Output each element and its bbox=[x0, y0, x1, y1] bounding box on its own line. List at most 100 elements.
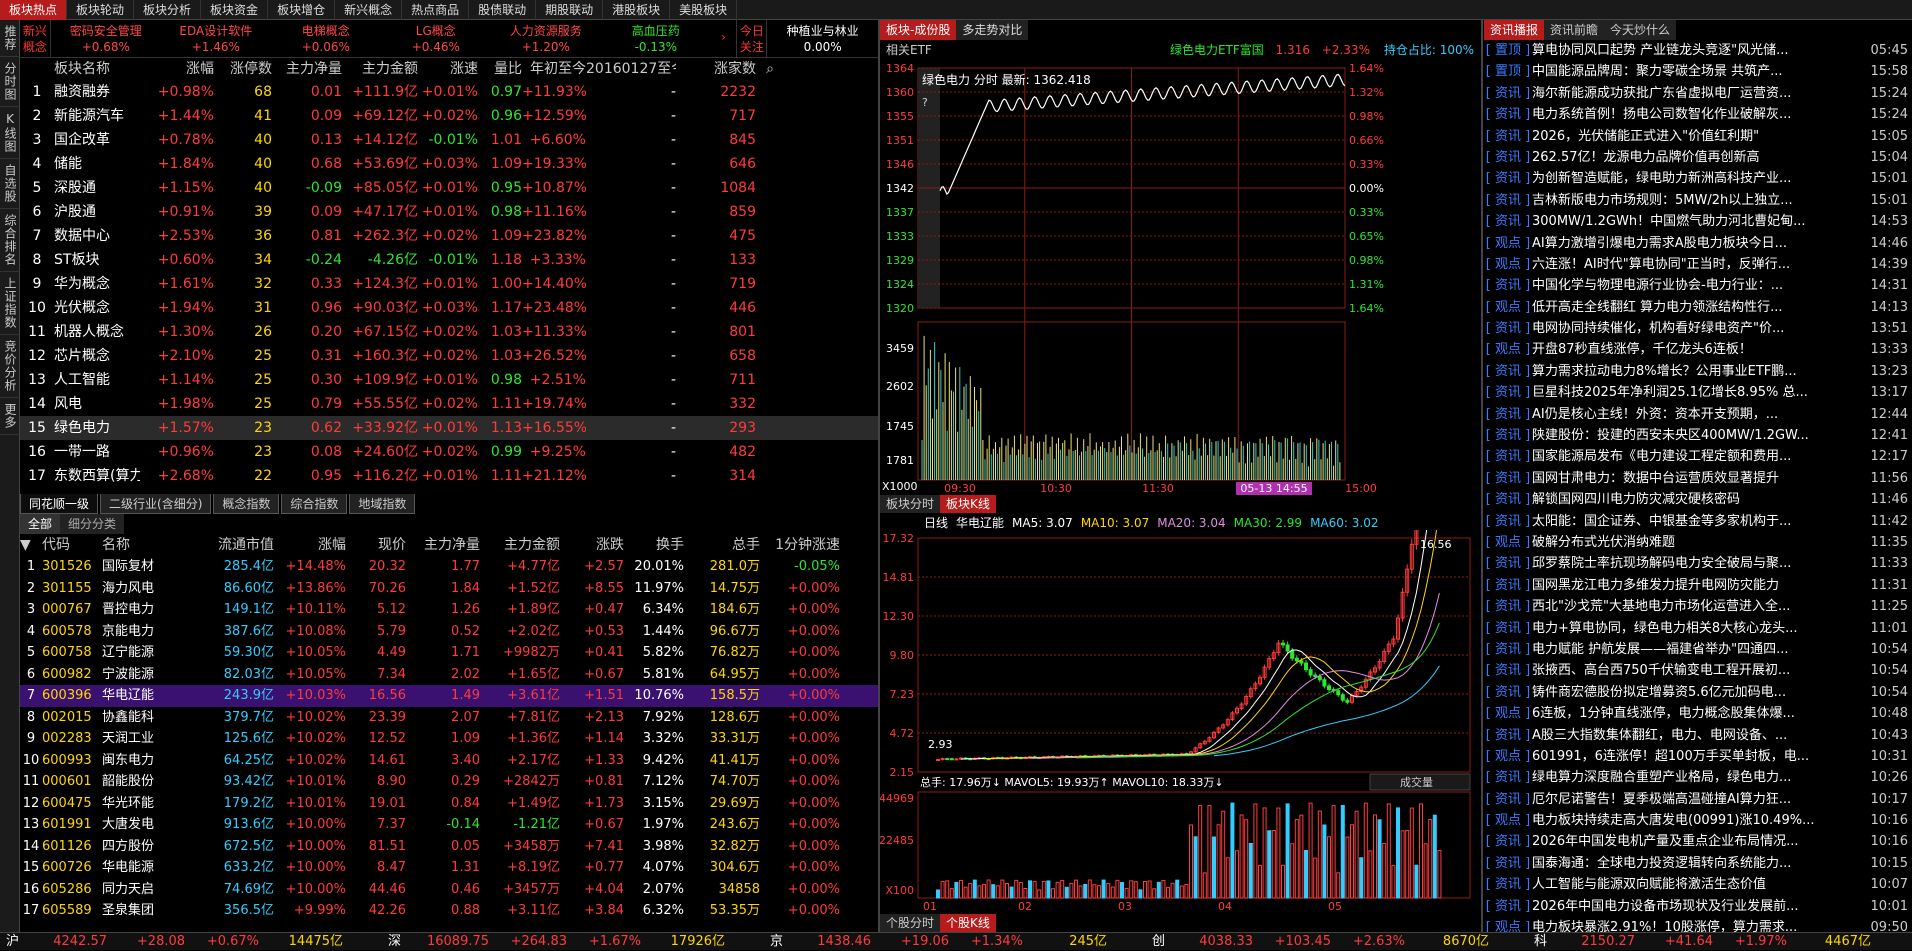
stock-row[interactable]: 14 601126 四方股份 672.5亿 +10.00% 81.51 0.05 +3458万… bbox=[20, 836, 878, 858]
stock-row[interactable]: 6 600982 宁波能源 82.03亿 +10.05% 7.34 2.02 +1.65亿 +0… bbox=[20, 664, 878, 686]
ticker-item[interactable]: 电梯概念 +0.06% bbox=[271, 20, 381, 57]
news-item[interactable]: [ 观点 ] 低开高走全线翻红 算力电力领涨结构性行... 14:13 bbox=[1484, 297, 1912, 318]
sector-tab-3[interactable]: 综合指数 bbox=[281, 494, 347, 514]
sector-row[interactable]: 3 国企改革 +0.78% 40 0.13 +14.12亿 -0.01% 1.01 +6.60%… bbox=[20, 128, 878, 152]
stock-tab-0[interactable]: 全部 bbox=[20, 514, 60, 534]
sector-header-cell[interactable]: 涨速 bbox=[418, 58, 478, 80]
news-item[interactable]: [ 资讯 ] 邱罗蔡院士率抗现场解码电力安全破局与聚... 11:33 bbox=[1484, 553, 1912, 574]
stock-header-cell[interactable]: 现价 bbox=[346, 534, 406, 556]
intraday-chart[interactable]: 1364 1.64% 1360 1.32% 1355 0.98% 1351 0.66% 1346… bbox=[880, 60, 1480, 495]
stock-row[interactable]: 16 605286 同力天启 74.69亿 +10.00% 44.46 0.46 +3457万… bbox=[20, 879, 878, 901]
kline-tab-0[interactable]: 板块分时 bbox=[880, 495, 940, 513]
news-item[interactable]: [ 资讯 ] 中国化学与物理电源行业协会-电力行业：... 14:31 bbox=[1484, 275, 1912, 296]
news-item[interactable]: [ 资讯 ] 巨星科技2025年净利润25.1亿增长8.95% 总... 13:17 bbox=[1484, 382, 1912, 403]
news-item[interactable]: [ 资讯 ] 厄尔尼诺警告！夏季极端高温碰撞AI算力狂... 10:17 bbox=[1484, 789, 1912, 810]
sector-row[interactable]: 2 新能源汽车 +1.44% 41 0.09 +69.12亿 +0.02% 0.96 +12.5… bbox=[20, 104, 878, 128]
ticker-item[interactable]: 密码安全管理 +0.68% bbox=[51, 20, 161, 57]
news-item[interactable]: [ 资讯 ] AI仍是核心主线！外资：资本开支预期，... 12:44 bbox=[1484, 404, 1912, 425]
news-item[interactable]: [ 资讯 ] 电力+算电协同，绿色电力相关8大核心龙头... 11:01 bbox=[1484, 618, 1912, 639]
news-item[interactable]: [ 资讯 ] 吉林新版电力市场规则：5MW/2h以上独立... 15:01 bbox=[1484, 190, 1912, 211]
index-segment[interactable]: 创 4038.33 +103.45 +2.63% 8670亿 bbox=[1146, 933, 1528, 950]
search-icon[interactable]: ⌕ bbox=[756, 58, 774, 80]
news-item[interactable]: [ 观点 ] AI算力激增引爆电力需求A股电力板块今日... 14:46 bbox=[1484, 233, 1912, 254]
news-item[interactable]: [ 资讯 ] 国网黑龙江电力多维发力提升电网防灾能力 11:31 bbox=[1484, 575, 1912, 596]
stock-header-cell[interactable]: ▼ bbox=[20, 534, 42, 556]
news-item[interactable]: [ 资讯 ] 海尔新能源成功获批广东省虚拟电厂运营资... 15:24 bbox=[1484, 83, 1912, 104]
stock-row[interactable]: 11 000601 韶能股份 93.42亿 +10.01% 8.90 0.29 +2842万 +… bbox=[20, 771, 878, 793]
stock-row[interactable]: 9 002283 天润工业 125.6亿 +10.02% 12.52 1.09 +1.36亿 +… bbox=[20, 728, 878, 750]
ticker-item[interactable]: LG概念 +0.46% bbox=[381, 20, 491, 57]
news-item[interactable]: [ 资讯 ] 西北"沙戈荒"大基地电力市场化运营进入全... 11:25 bbox=[1484, 596, 1912, 617]
sidebar-item-6[interactable]: 竞价分析 bbox=[0, 335, 20, 398]
top-tab-9[interactable]: 港股板块 bbox=[603, 0, 670, 20]
stock-row[interactable]: 5 600758 辽宁能源 59.30亿 +10.05% 4.49 1.71 +9982万 +0… bbox=[20, 642, 878, 664]
index-segment[interactable]: 京 1438.46 +19.06 +1.34% 245亿 bbox=[764, 933, 1146, 950]
sidebar-item-3[interactable]: 自选股 bbox=[0, 159, 20, 209]
top-tab-1[interactable]: 板块轮动 bbox=[67, 0, 134, 20]
sector-row[interactable]: 15 绿色电力 +1.57% 23 0.62 +33.92亿 +0.01% 1.13 +16.5… bbox=[20, 416, 878, 440]
stock-row[interactable]: 2 301155 海力风电 86.60亿 +13.86% 70.26 1.84 +1.52亿 +… bbox=[20, 578, 878, 600]
sidebar-item-0[interactable]: 推荐 bbox=[0, 20, 20, 57]
news-item[interactable]: [ 观点 ] 电力板块持续走高大唐发电(00991)涨10.49%... 10:16 bbox=[1484, 810, 1912, 831]
news-tab-2[interactable]: 今天炒什么 bbox=[1604, 20, 1676, 40]
news-item[interactable]: [ 观点 ] 六连涨！AI时代"算电协同"正当时，反弹行... 14:39 bbox=[1484, 254, 1912, 275]
stock-header-cell[interactable]: 总手 bbox=[684, 534, 760, 556]
sector-header-cell[interactable]: 年初至今 bbox=[522, 58, 586, 80]
news-item[interactable]: [ 资讯 ] 电力系统首例！扬电公司数智化作业破解灰... 15:24 bbox=[1484, 104, 1912, 125]
sector-header-cell[interactable]: 主力金额 bbox=[342, 58, 418, 80]
ticker-item[interactable]: 人力资源服务 +1.20% bbox=[491, 20, 601, 57]
news-item[interactable]: [ 置顶 ] 中国能源品牌周：聚力零碳全场景 共筑产... 15:58 bbox=[1484, 61, 1912, 82]
stock-row[interactable]: 15 600726 华电能源 633.2亿 +10.00% 8.47 1.31 +8.19亿 +… bbox=[20, 857, 878, 879]
sector-row[interactable]: 17 东数西算(算力) +2.68% 22 0.95 +116.2亿 +0.01% 1.11 +… bbox=[20, 464, 878, 488]
stock-row[interactable]: 10 600993 闽东电力 64.25亿 +10.02% 14.61 3.40 +2.17亿… bbox=[20, 750, 878, 772]
index-segment[interactable]: 科 2150.27 +41.64 +1.97% 4467亿 bbox=[1528, 933, 1910, 950]
sector-header-cell[interactable]: 涨停数 bbox=[214, 58, 272, 80]
sector-tab-2[interactable]: 概念指数 bbox=[213, 494, 279, 514]
news-item[interactable]: [ 观点 ] 6连板，1分钟直线涨停，电力概念股集体爆... 10:48 bbox=[1484, 703, 1912, 724]
stock-header-cell[interactable]: 代码 bbox=[42, 534, 102, 556]
mid-tab-0[interactable]: 板块-成份股 bbox=[880, 20, 956, 40]
news-item[interactable]: [ 观点 ] 破解分布式光伏消纳难题 11:35 bbox=[1484, 532, 1912, 553]
today-focus-label[interactable]: 今日关注 bbox=[736, 20, 767, 57]
top-tab-2[interactable]: 板块分析 bbox=[134, 0, 201, 20]
stock-row[interactable]: 1 301526 国际复材 285.4亿 +14.48% 20.32 1.77 +4.77亿 +… bbox=[20, 556, 878, 578]
news-item[interactable]: [ 资讯 ] 解锁国网四川电力防灾减灾硬核密码 11:46 bbox=[1484, 489, 1912, 510]
bottom-tab-1[interactable]: 个股K线 bbox=[940, 914, 996, 932]
stock-row[interactable]: 7 600396 华电辽能 243.9亿 +10.03% 16.56 1.49 +3.61亿 +… bbox=[20, 685, 878, 707]
sidebar-item-2[interactable]: K线图 bbox=[0, 107, 20, 159]
ticker-arrow-icon[interactable]: › bbox=[711, 20, 737, 57]
index-segment[interactable]: 沪 4242.57 +28.08 +0.67% 14475亿 bbox=[0, 933, 382, 950]
news-item[interactable]: [ 资讯 ] 2026，光伏储能正式进入"价值红利期" 15:05 bbox=[1484, 126, 1912, 147]
sector-row[interactable]: 12 芯片概念 +2.10% 25 0.31 +160.3亿 +0.02% 1.03 +26.5… bbox=[20, 344, 878, 368]
sector-tab-0[interactable]: 同花顺一级 bbox=[20, 494, 98, 514]
news-item[interactable]: [ 资讯 ] 2026年中国发电机产量及重点企业布局情况... 10:16 bbox=[1484, 831, 1912, 852]
news-item[interactable]: [ 资讯 ] 太阳能：国企证券、中银基金等多家机构于... 11:42 bbox=[1484, 511, 1912, 532]
sector-tab-1[interactable]: 二级行业(含细分) bbox=[100, 494, 211, 514]
sidebar-item-4[interactable]: 综合排名 bbox=[0, 209, 20, 272]
news-item[interactable]: [ 资讯 ] 陕建股份：投建的西安未央区400MW/1.2GW... 12:41 bbox=[1484, 425, 1912, 446]
index-segment[interactable]: 深 16089.75 +264.83 +1.67% 17926亿 bbox=[382, 933, 764, 950]
sector-header-cell[interactable]: 涨家数 bbox=[676, 58, 756, 80]
news-item[interactable]: [ 资讯 ] 国家能源局发布《电力建设工程定额和费用... 12:17 bbox=[1484, 446, 1912, 467]
stock-header-cell[interactable]: 涨跌 bbox=[560, 534, 624, 556]
stock-row[interactable]: 8 002015 协鑫能科 379.7亿 +10.02% 23.39 2.07 +7.81亿 +… bbox=[20, 707, 878, 729]
top-tab-7[interactable]: 股债联动 bbox=[469, 0, 536, 20]
sidebar-item-7[interactable]: 更多 bbox=[0, 398, 20, 435]
news-item[interactable]: [ 资讯 ] 绿电算力深度融合重塑产业格局，绿色电力... 10:26 bbox=[1484, 767, 1912, 788]
sector-row[interactable]: 6 沪股通 +0.91% 39 0.09 +47.17亿 +0.01% 0.98 +11.16%… bbox=[20, 200, 878, 224]
top-tab-6[interactable]: 热点商品 bbox=[402, 0, 469, 20]
kline-chart[interactable]: 17.32 14.81 12.30 9.80 7.23 4.72 2.15 16.56 2.93… bbox=[880, 530, 1480, 914]
stock-row[interactable]: 17 605589 圣泉集团 356.5亿 +9.99% 42.26 0.88 +3.11亿 +… bbox=[20, 900, 878, 922]
news-item[interactable]: [ 资讯 ] 262.57亿！龙源电力品牌价值再创新高 15:04 bbox=[1484, 147, 1912, 168]
news-item[interactable]: [ 资讯 ] 算力需求拉动电力8%增长？公用事业ETF鹏... 13:23 bbox=[1484, 361, 1912, 382]
news-item[interactable]: [ 资讯 ] 人工智能与能源双向赋能将激活生态价值 10:07 bbox=[1484, 874, 1912, 895]
ticker-item[interactable]: 高血压药 -0.13% bbox=[601, 20, 711, 57]
kline-tab-1[interactable]: 板块K线 bbox=[940, 495, 996, 513]
sector-row[interactable]: 11 机器人概念 +1.30% 26 0.20 +67.15亿 +0.02% 1.03 +11.… bbox=[20, 320, 878, 344]
sector-row[interactable]: 1 融资融券 +0.98% 68 0.01 +111.9亿 +0.01% 0.97 +11.93… bbox=[20, 80, 878, 104]
sector-header-cell[interactable]: 量比 bbox=[478, 58, 522, 80]
sidebar-item-5[interactable]: 上证指数 bbox=[0, 272, 20, 335]
bottom-tab-0[interactable]: 个股分时 bbox=[880, 914, 940, 932]
news-item[interactable]: [ 资讯 ] 为创新智造赋能，绿电助力新洲高科技产业... 15:01 bbox=[1484, 168, 1912, 189]
news-item[interactable]: [ 资讯 ] 300MW/1.2GWh！中国燃气助力河北曹妃甸... 14:53 bbox=[1484, 211, 1912, 232]
